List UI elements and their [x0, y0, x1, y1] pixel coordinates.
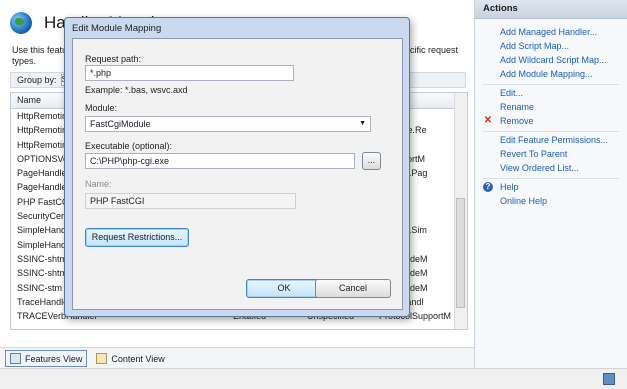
action-add-wildcard-script-map[interactable]: Add Wildcard Script Map...	[500, 55, 607, 65]
network-icon	[603, 373, 615, 385]
grid-scrollbar[interactable]	[454, 93, 467, 329]
features-view-icon	[10, 353, 21, 364]
browse-button[interactable]: ...	[362, 152, 381, 170]
cancel-button[interactable]: Cancel	[315, 279, 391, 298]
content-view-icon	[96, 353, 108, 364]
table-cell: SecurityCerti	[17, 211, 69, 222]
name-label: Name:	[85, 179, 112, 189]
action-add-module-mapping[interactable]: Add Module Mapping...	[500, 69, 593, 79]
table-cell: HttpRemotin	[17, 139, 68, 150]
action-edit-feature-permissions[interactable]: Edit Feature Permissions...	[500, 135, 608, 145]
table-cell: SimpleHandl	[17, 239, 69, 250]
action-add-managed-handler[interactable]: Add Managed Handler...	[500, 27, 597, 37]
request-path-label: Request path:	[85, 54, 142, 64]
status-bar	[0, 368, 627, 389]
help-icon: ?	[483, 182, 493, 192]
table-cell: HttpRemotin	[17, 111, 68, 121]
executable-input[interactable]: C:\PHP\php-cgi.exe	[85, 153, 355, 169]
table-cell: PageHandler	[17, 182, 70, 193]
action-view-ordered-list[interactable]: View Ordered List...	[500, 163, 579, 173]
action-add-script-map[interactable]: Add Script Map...	[500, 41, 569, 51]
request-restrictions-button[interactable]: Request Restrictions...	[85, 228, 189, 247]
tab-features-view-label: Features View	[25, 353, 83, 364]
view-tabs: Features View Content View	[0, 347, 474, 369]
column-header-name[interactable]: Name	[17, 95, 41, 105]
tab-features-view[interactable]: Features View	[5, 350, 88, 367]
module-select-value: FastCgiModule	[90, 119, 151, 129]
dialog-title: Edit Module Mapping	[72, 23, 162, 34]
group-by-label: Group by:	[17, 75, 57, 85]
action-online-help[interactable]: Online Help	[500, 196, 547, 206]
module-label: Module:	[85, 103, 118, 113]
request-path-input[interactable]: *.php	[85, 65, 294, 81]
request-path-example: Example: *.bas, wsvc.axd	[85, 85, 188, 95]
action-rename[interactable]: Rename	[500, 102, 534, 112]
action-edit[interactable]: Edit...	[500, 88, 523, 98]
chevron-down-icon: ▼	[359, 120, 366, 127]
actions-divider	[483, 131, 619, 132]
action-remove[interactable]: Remove	[500, 116, 534, 126]
table-cell: SSINC-shtml	[17, 268, 70, 279]
table-cell: PageHandler	[17, 168, 70, 179]
executable-label: Executable (optional):	[85, 141, 173, 151]
remove-icon: ✕	[483, 115, 493, 126]
table-cell: SimpleHandl	[17, 225, 69, 236]
actions-divider	[483, 84, 619, 85]
globe-icon	[10, 12, 32, 34]
name-input[interactable]: PHP FastCGI	[85, 193, 296, 209]
action-revert-to-parent[interactable]: Revert To Parent	[500, 149, 567, 159]
module-select[interactable]: FastCgiModule ▼	[85, 116, 371, 132]
table-cell: SSINC-shtm	[17, 253, 68, 264]
table-cell: HttpRemotin	[17, 125, 68, 136]
action-help[interactable]: Help	[500, 182, 519, 192]
dialog-body: Request path: *.php Example: *.bas, wsvc…	[72, 38, 403, 310]
actions-divider	[483, 178, 619, 179]
actions-pane: Actions Add Managed Handler... Add Scrip…	[475, 0, 627, 368]
scrollbar-thumb[interactable]	[456, 198, 465, 308]
tab-content-view-label: Content View	[111, 353, 165, 364]
actions-header: Actions	[475, 0, 627, 19]
tab-content-view[interactable]: Content View	[92, 351, 168, 366]
edit-module-mapping-dialog: Edit Module Mapping Request path: *.php …	[64, 17, 410, 317]
table-cell: SSINC-stm	[17, 282, 62, 293]
ok-button[interactable]: OK	[246, 279, 322, 298]
